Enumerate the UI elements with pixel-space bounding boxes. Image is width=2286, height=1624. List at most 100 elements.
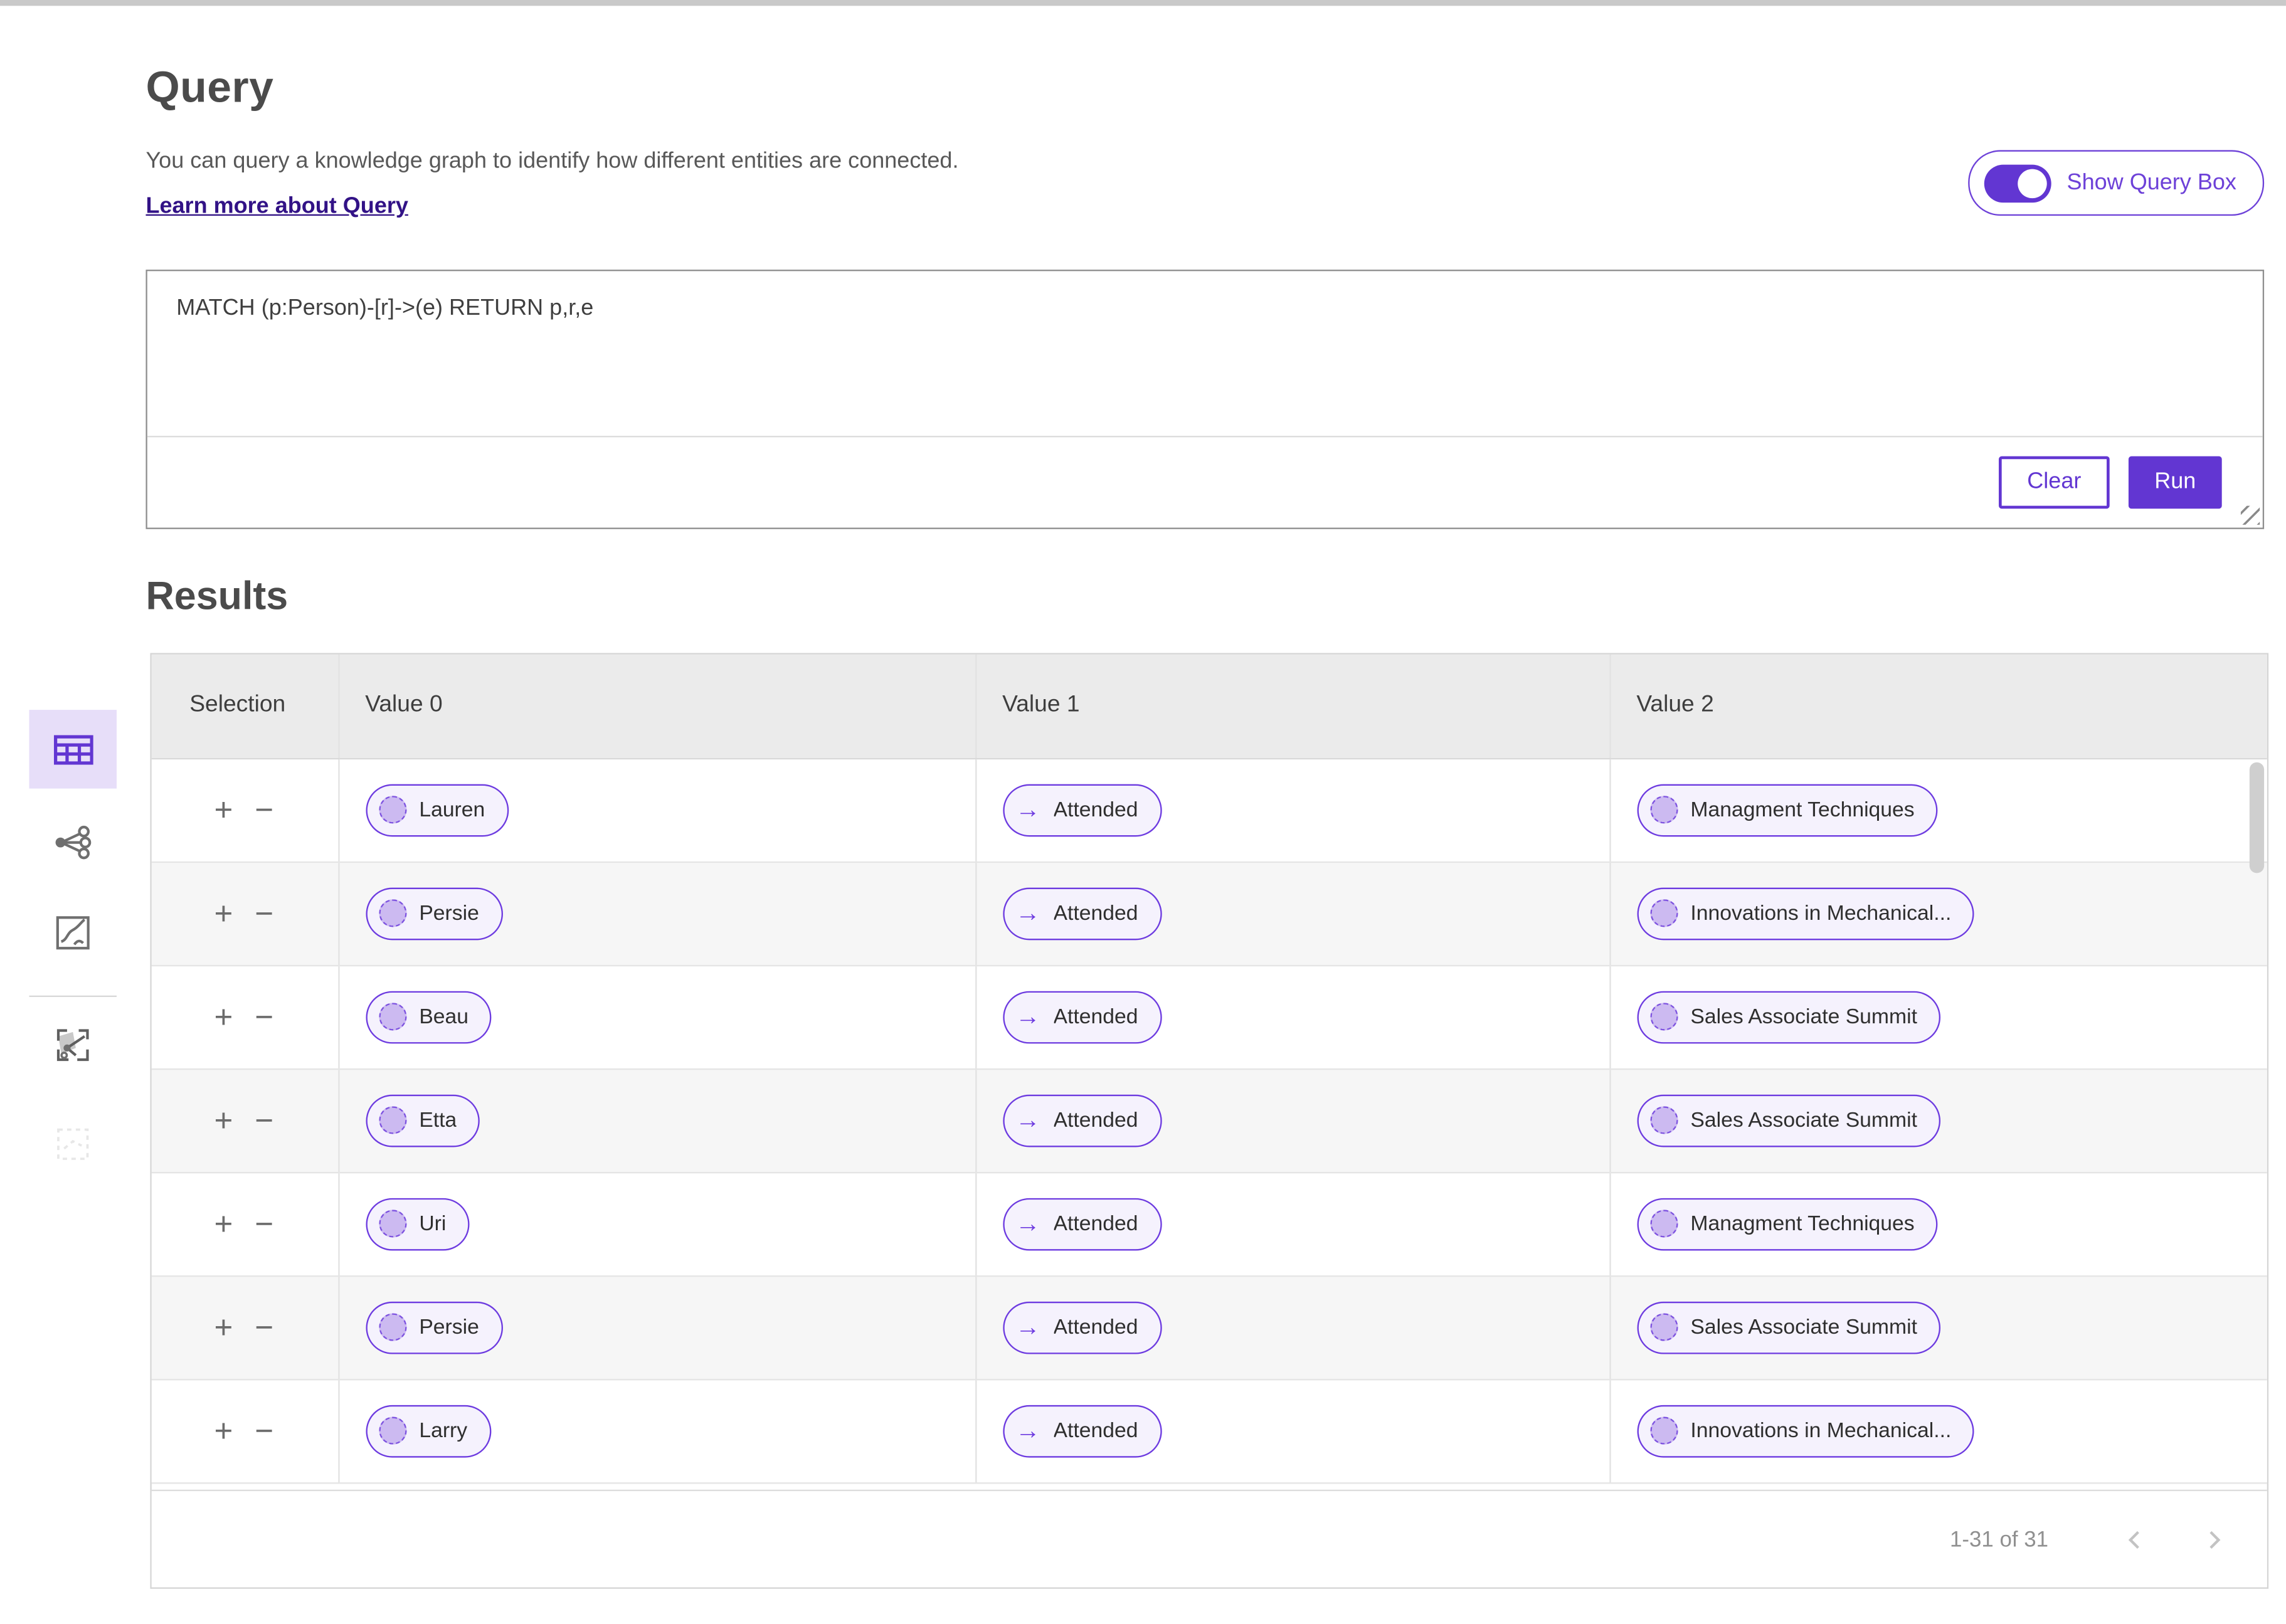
selection-cell: + −: [152, 1068, 339, 1172]
query-box: MATCH (p:Person)-[r]->(e) RETURN p,r,e C…: [146, 270, 2264, 529]
relation-pill[interactable]: → Attended: [1002, 887, 1162, 940]
pagination-prev-button[interactable]: [2112, 1517, 2156, 1561]
node-pill[interactable]: Innovations in Mechanical...: [1636, 887, 1974, 940]
node-circle-icon: [1649, 899, 1677, 927]
toggle-label: Show Query Box: [2067, 170, 2236, 196]
relation-pill[interactable]: → Attended: [1002, 783, 1162, 836]
value0-cell: Etta: [338, 1068, 975, 1172]
node-pill[interactable]: Managment Techniques: [1636, 783, 1938, 836]
sidebar-item-disabled-view: [29, 1105, 116, 1184]
node-pill[interactable]: Beau: [365, 991, 492, 1043]
value0-cell: Uri: [338, 1172, 975, 1275]
selection-cell: + −: [152, 1172, 339, 1275]
page-description: You can query a knowledge graph to ident…: [146, 149, 958, 175]
learn-more-link[interactable]: Learn more about Query: [146, 194, 408, 220]
page: Query You can query a knowledge graph to…: [0, 0, 2286, 1624]
node-pill[interactable]: Uri: [365, 1198, 469, 1250]
relation-pill[interactable]: → Attended: [1002, 1405, 1162, 1457]
column-header-value2: Value 2: [1609, 655, 2267, 758]
arrow-right-icon: →: [1015, 1108, 1040, 1133]
value0-cell: Larry: [338, 1379, 975, 1482]
node-circle-icon: [378, 1106, 406, 1134]
node-circle-icon: [378, 1003, 406, 1030]
collapse-row-button[interactable]: −: [255, 897, 273, 929]
node-circle-icon: [378, 1313, 406, 1341]
top-border: [0, 0, 2286, 6]
table-row: + − Beau → Attended Sales Associate Summ…: [152, 965, 2267, 1068]
collapse-row-button[interactable]: −: [255, 1208, 273, 1240]
expand-row-button[interactable]: +: [214, 1104, 233, 1136]
node-pill[interactable]: Sales Associate Summit: [1636, 1301, 1940, 1354]
relation-pill[interactable]: → Attended: [1002, 1198, 1162, 1250]
table-row: + − Larry → Attended Innovations in Mech…: [152, 1379, 2267, 1482]
sidebar-item-chart-view[interactable]: [29, 894, 116, 973]
value0-cell: Persie: [338, 862, 975, 965]
expand-row-button[interactable]: +: [214, 1001, 233, 1033]
node-pill[interactable]: Persie: [365, 1301, 502, 1354]
relation-pill[interactable]: → Attended: [1002, 991, 1162, 1043]
node-circle-icon: [1649, 1313, 1677, 1341]
textarea-resize-handle[interactable]: [2241, 506, 2260, 525]
collapse-row-button[interactable]: −: [255, 1311, 273, 1343]
results-title: Results: [146, 574, 288, 620]
selection-cell: + −: [152, 862, 339, 965]
arrow-right-icon: →: [1015, 1315, 1040, 1340]
expand-row-button[interactable]: +: [214, 1311, 233, 1343]
node-pill[interactable]: Managment Techniques: [1636, 1198, 1938, 1250]
table-row: + − Etta → Attended Sales Associate Summ…: [152, 1068, 2267, 1172]
run-button[interactable]: Run: [2129, 456, 2222, 509]
sidebar-item-table-view[interactable]: [29, 710, 116, 789]
column-header-value1: Value 1: [975, 655, 1609, 758]
value2-cell: Sales Associate Summit: [1609, 1068, 2267, 1172]
column-header-value0: Value 0: [338, 655, 975, 758]
arrow-right-icon: →: [1015, 1004, 1040, 1030]
node-pill[interactable]: Persie: [365, 887, 502, 940]
value1-cell: → Attended: [975, 758, 1609, 862]
chart-view-icon: [55, 915, 90, 951]
node-pill[interactable]: Lauren: [365, 783, 508, 836]
node-circle-icon: [378, 899, 406, 927]
disabled-view-icon: [55, 1127, 90, 1162]
value0-cell: Persie: [338, 1275, 975, 1379]
expand-row-button[interactable]: +: [214, 897, 233, 929]
node-pill[interactable]: Larry: [365, 1405, 490, 1457]
view-switcher-sidebar: [29, 710, 116, 1183]
node-pill[interactable]: Sales Associate Summit: [1636, 991, 1940, 1043]
collapse-row-button[interactable]: −: [255, 1415, 273, 1447]
node-pill[interactable]: Etta: [365, 1094, 480, 1147]
table-scrollbar[interactable]: [2248, 759, 2266, 1490]
value1-cell: → Attended: [975, 965, 1609, 1068]
node-pill[interactable]: Innovations in Mechanical...: [1636, 1405, 1974, 1457]
expand-row-button[interactable]: +: [214, 1415, 233, 1447]
expand-row-button[interactable]: +: [214, 794, 233, 826]
relation-pill[interactable]: → Attended: [1002, 1094, 1162, 1147]
expand-row-button[interactable]: +: [214, 1208, 233, 1240]
table-row: + − Persie → Attended Innovations in Mec…: [152, 862, 2267, 965]
show-query-box-toggle[interactable]: Show Query Box: [1967, 150, 2264, 216]
collapse-row-button[interactable]: −: [255, 1104, 273, 1136]
sidebar-item-frame-graph-view[interactable]: [29, 1006, 116, 1085]
relation-pill[interactable]: → Attended: [1002, 1301, 1162, 1354]
value2-cell: Managment Techniques: [1609, 758, 2267, 862]
selection-cell: + −: [152, 965, 339, 1068]
clear-button[interactable]: Clear: [1999, 456, 2110, 509]
toggle-switch-icon[interactable]: [1984, 164, 2051, 202]
sidebar-item-graph-view[interactable]: [29, 803, 116, 882]
value1-cell: → Attended: [975, 1068, 1609, 1172]
pagination-next-button[interactable]: [2191, 1517, 2235, 1561]
selection-cell: + −: [152, 1379, 339, 1482]
node-pill[interactable]: Sales Associate Summit: [1636, 1094, 1940, 1147]
selection-cell: + −: [152, 758, 339, 862]
scrollbar-thumb[interactable]: [2250, 762, 2264, 873]
collapse-row-button[interactable]: −: [255, 794, 273, 826]
collapse-row-button[interactable]: −: [255, 1001, 273, 1033]
value0-cell: Beau: [338, 965, 975, 1068]
table-row: + − Lauren → Attended Managment Techniqu…: [152, 758, 2267, 862]
selection-cell: + −: [152, 1275, 339, 1379]
node-circle-icon: [378, 1417, 406, 1445]
query-actions: Clear Run: [147, 437, 2263, 527]
arrow-right-icon: →: [1015, 798, 1040, 823]
query-input[interactable]: MATCH (p:Person)-[r]->(e) RETURN p,r,e: [147, 271, 2263, 437]
page-title: Query: [146, 64, 273, 113]
table-header-row: Selection Value 0 Value 1 Value 2: [152, 655, 2267, 758]
